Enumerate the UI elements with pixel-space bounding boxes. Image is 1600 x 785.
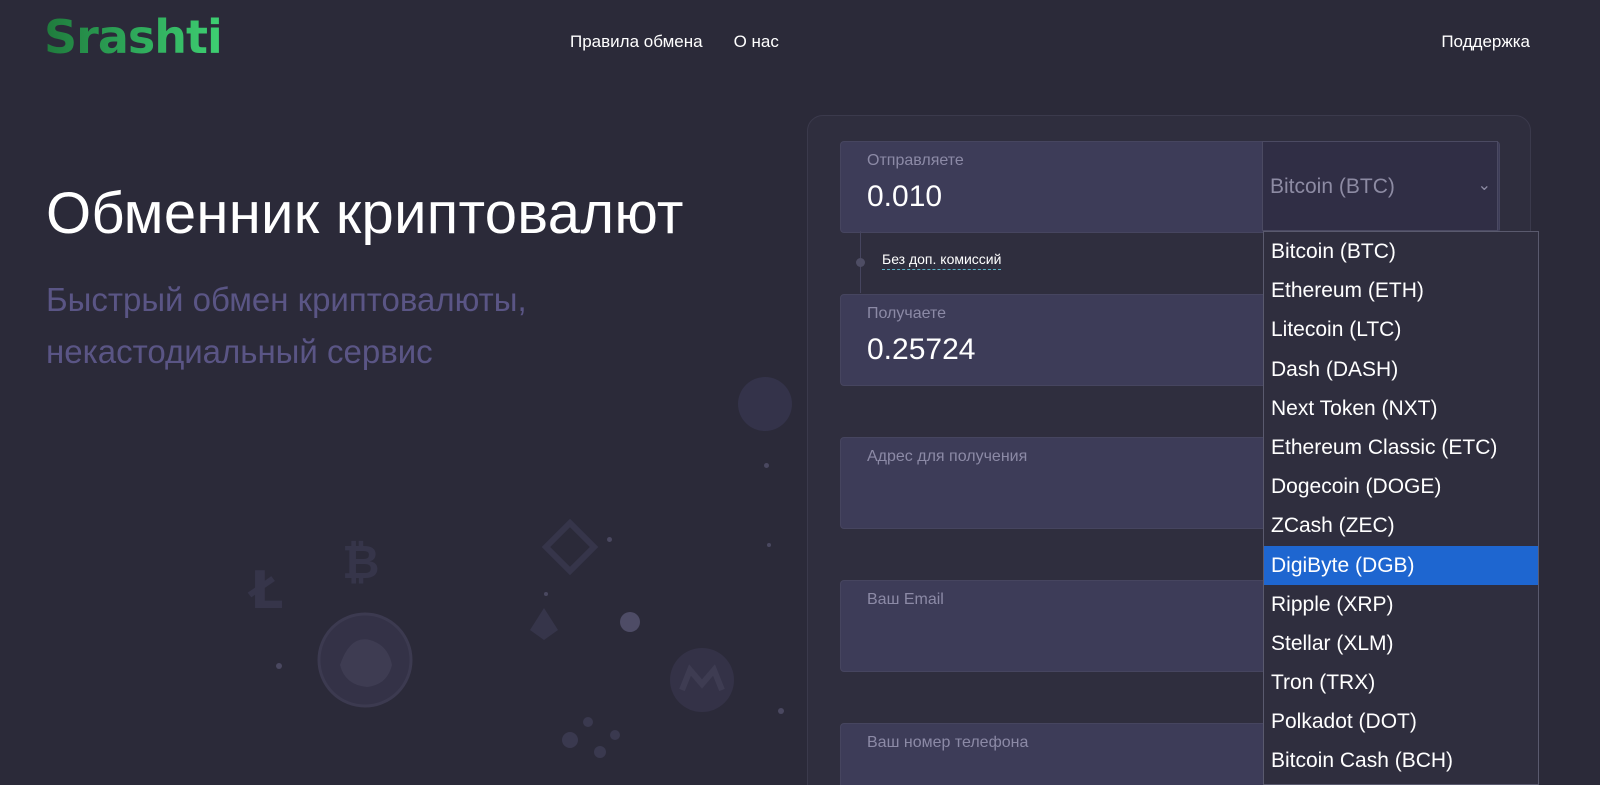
dropdown-option[interactable]: Ethereum (ETH) <box>1264 271 1538 310</box>
nav-about[interactable]: О нас <box>734 32 779 52</box>
background-coins-decoration: Ł ₿ <box>247 377 792 758</box>
dropdown-option[interactable]: Ripple (XRP) <box>1264 585 1538 624</box>
send-currency-value: Bitcoin (BTC) <box>1270 175 1395 198</box>
hero-title: Обменник криптовалют <box>46 181 684 246</box>
phone-label: Ваш номер телефона <box>867 734 1029 751</box>
dropdown-option[interactable]: Tron (TRX) <box>1264 663 1538 702</box>
dropdown-option[interactable]: Dogecoin (DOGE) <box>1264 467 1538 506</box>
main-nav: Правила обмена О нас <box>570 32 779 52</box>
background-dot <box>544 592 548 596</box>
chevron-down-icon: ⌄ <box>1477 177 1491 194</box>
dropdown-option[interactable]: Ethereum Classic (ETC) <box>1264 428 1538 467</box>
background-dot <box>778 708 784 714</box>
dropdown-option[interactable]: Polkadot (DOT) <box>1264 702 1538 741</box>
send-label: Отправляете <box>867 152 964 169</box>
receive-amount-value: 0.25724 <box>867 333 976 366</box>
connector-dot <box>856 258 865 267</box>
svg-text:Ł: Ł <box>247 561 283 621</box>
support-link[interactable]: Поддержка <box>1441 32 1530 52</box>
send-currency-select[interactable]: Bitcoin (BTC) ⌄ <box>1262 141 1498 231</box>
logo[interactable]: Srashti <box>44 10 223 64</box>
nav-exchange-rules[interactable]: Правила обмена <box>570 32 703 52</box>
background-dot <box>276 663 282 669</box>
receive-label: Получаете <box>867 305 947 322</box>
send-amount-input[interactable]: 0.010 <box>867 180 942 214</box>
background-dot <box>764 463 769 468</box>
dropdown-option[interactable]: Bitcoin Cash (BCH) <box>1264 741 1538 780</box>
background-dot <box>767 543 771 547</box>
dropdown-option[interactable]: Stellar (XLM) <box>1264 624 1538 663</box>
svg-text:₿: ₿ <box>342 535 380 589</box>
dropdown-option[interactable]: Bitcoin (BTC) <box>1264 232 1538 271</box>
dropdown-option-selected[interactable]: DigiByte (DGB) <box>1264 545 1538 585</box>
address-label: Адрес для получения <box>867 448 1028 465</box>
dropdown-option[interactable]: Next Token (NXT) <box>1264 389 1538 428</box>
dropdown-option[interactable]: ZCash (ZEC) <box>1264 506 1538 545</box>
header: Srashti Правила обмена О нас Поддержка <box>0 0 1600 90</box>
dropdown-option[interactable]: Dash (DASH) <box>1264 350 1538 389</box>
currency-dropdown-list[interactable]: Bitcoin (BTC) Ethereum (ETH) Litecoin (L… <box>1263 231 1539 785</box>
dropdown-option[interactable]: Litecoin (LTC) <box>1264 310 1538 349</box>
background-dot <box>607 537 612 542</box>
commission-note[interactable]: Без доп. комиссий <box>882 251 1002 270</box>
email-label: Ваш Email <box>867 591 944 608</box>
